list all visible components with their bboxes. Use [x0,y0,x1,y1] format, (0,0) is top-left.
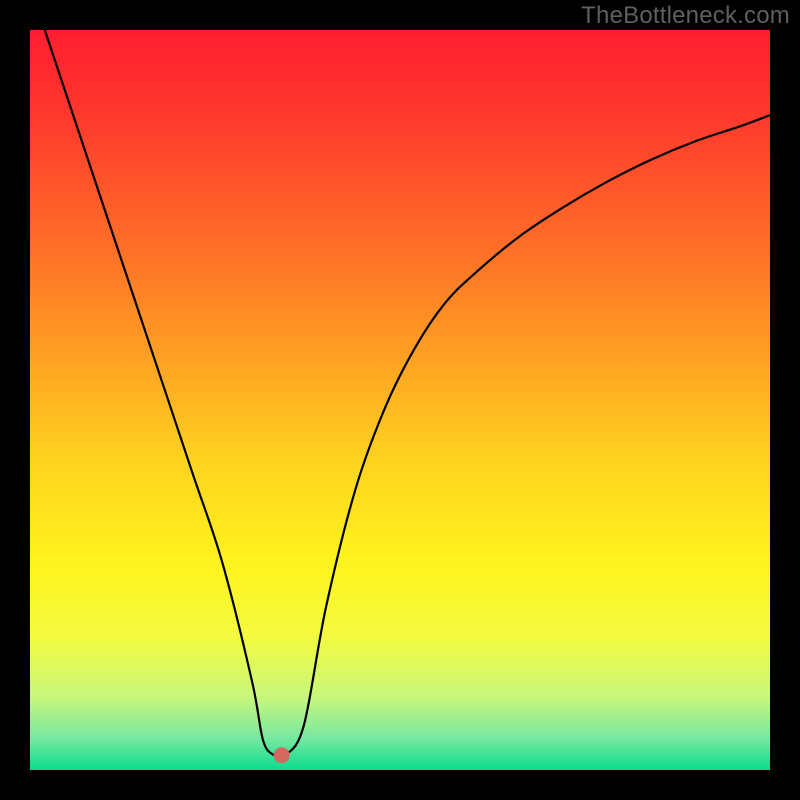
chart-container: TheBottleneck.com [0,0,800,800]
optimum-marker [274,747,290,763]
plot-background [30,30,770,770]
bottleneck-chart [0,0,800,800]
watermark-text: TheBottleneck.com [581,2,790,30]
